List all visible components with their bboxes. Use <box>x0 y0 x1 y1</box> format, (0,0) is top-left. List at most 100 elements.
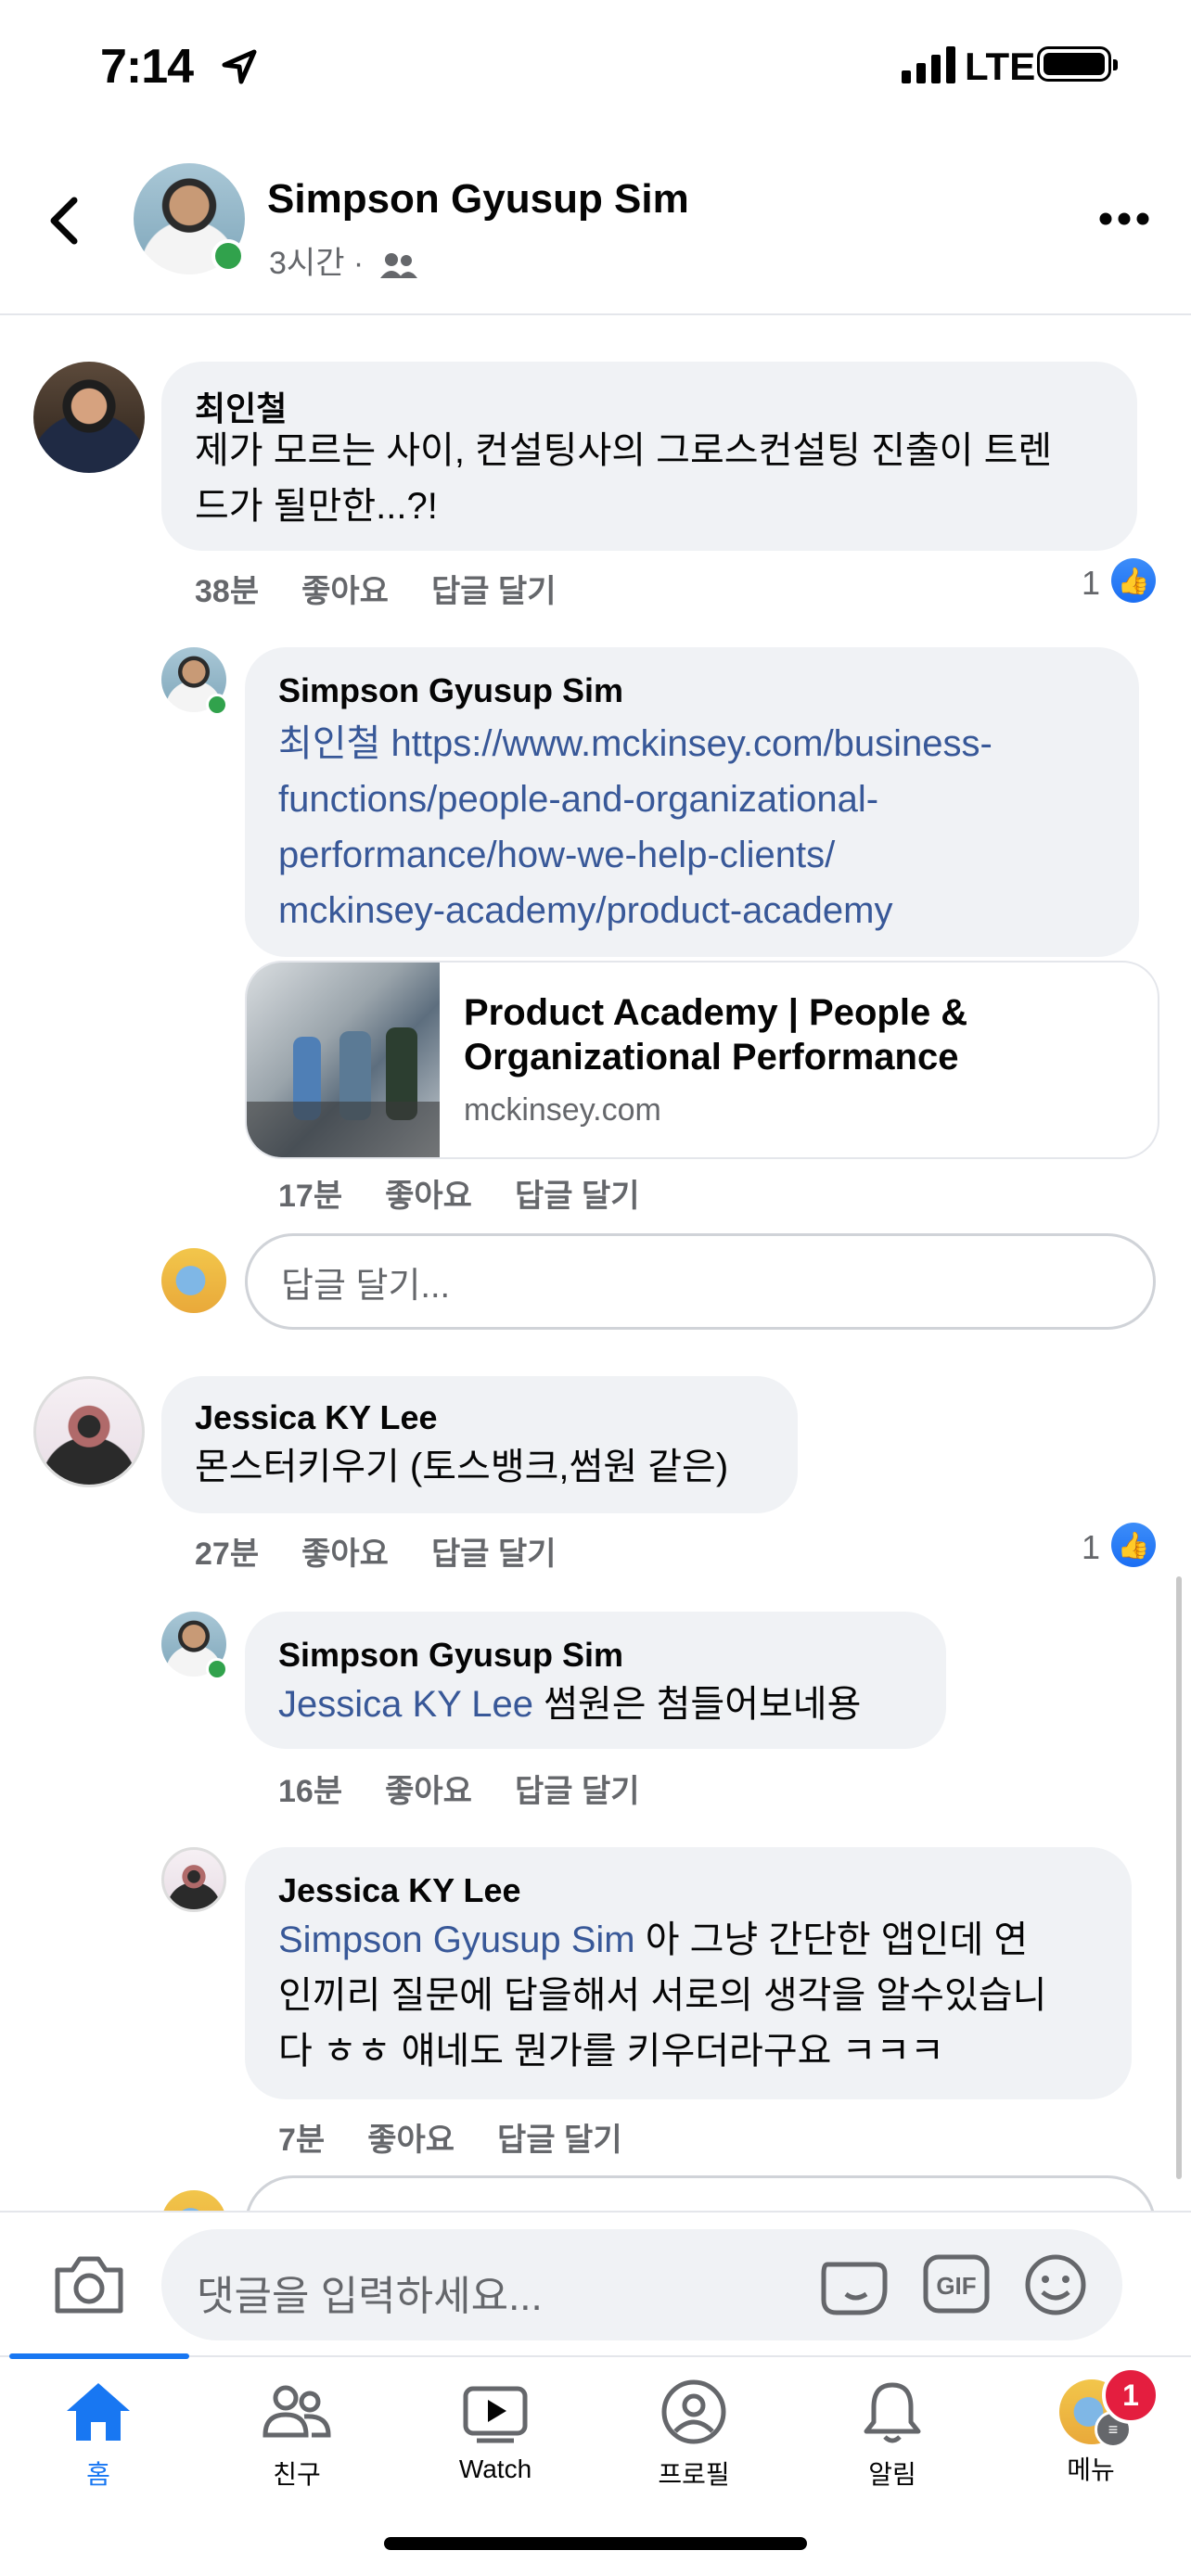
online-indicator <box>206 1658 228 1680</box>
reply-body: 인끼리 질문에 답을해서 서로의 생각을 알수있습니 <box>278 1975 1047 2016</box>
tab-label: 알림 <box>868 2460 916 2489</box>
url-link[interactable]: mckinsey-academy/product-academy <box>278 883 992 938</box>
reply-body: 아 그냥 간단한 앱인데 연 <box>634 1919 1029 1960</box>
network-label: LTE <box>965 45 1036 88</box>
mention-link[interactable]: 최인철 <box>278 723 380 764</box>
notification-badge: 1 <box>1102 2366 1159 2424</box>
tab-friends[interactable]: 친구 <box>204 2379 390 2492</box>
header-name[interactable]: Simpson Gyusup Sim <box>267 176 689 223</box>
reply-author[interactable]: Simpson Gyusup Sim <box>278 671 623 710</box>
reply-author[interactable]: Simpson Gyusup Sim <box>278 1636 623 1675</box>
thumbs-up-icon[interactable]: 👍 <box>1111 1523 1156 1567</box>
reply-body: 썸원은 첨들어보네용 <box>532 1684 862 1725</box>
reply-text: Jessica KY Lee 썸원은 첨들어보네용 <box>278 1677 861 1732</box>
tab-label: 친구 <box>273 2460 321 2489</box>
bell-icon <box>864 2382 921 2443</box>
tab-watch[interactable]: Watch <box>403 2379 588 2484</box>
tab-home[interactable]: 홈 <box>6 2379 191 2492</box>
profile-icon <box>661 2379 726 2444</box>
header-divider <box>0 313 1191 315</box>
comment-text-line: 드가 될만한...?! <box>195 486 438 527</box>
online-indicator <box>211 239 245 273</box>
reply-bubble: Jessica KY Lee Simpson Gyusup Sim 아 그냥 간… <box>245 1847 1132 2099</box>
battery-icon <box>1037 46 1118 82</box>
composer-divider <box>0 2211 1191 2213</box>
reaction-count[interactable]: 1 <box>1082 564 1100 603</box>
comment-text-line: 제가 모르는 사이, 컨설팅사의 그로스컨설팅 진출이 트렌 <box>195 430 1053 471</box>
signal-icon <box>902 46 955 83</box>
url-link[interactable]: https://www.mckinsey.com/business- <box>391 723 992 764</box>
url-link[interactable]: performance/how-we-help-clients/ <box>278 827 992 883</box>
reply-button[interactable]: 답글 달기 <box>431 1537 557 1572</box>
reply-button[interactable]: 답글 달기 <box>431 574 557 609</box>
reply-link-text[interactable]: 최인철 https://www.mckinsey.com/business- f… <box>278 716 992 938</box>
online-indicator <box>206 694 228 716</box>
friends-audience-icon <box>379 253 417 279</box>
comment-meta: 38분 좋아요 답글 달기 <box>195 566 599 611</box>
tab-label: 메뉴 <box>1067 2455 1115 2484</box>
link-preview-card[interactable]: Product Academy | People & Organizationa… <box>245 961 1159 1159</box>
reply-time: 17분 <box>278 1179 343 1214</box>
link-title-line: Product Academy | People & <box>464 992 968 1033</box>
reply-author[interactable]: Jessica KY Lee <box>278 1871 521 1910</box>
more-options-icon[interactable] <box>1098 211 1150 226</box>
comment-text: 제가 모르는 사이, 컨설팅사의 그로스컨설팅 진출이 트렌 드가 될만한...… <box>195 423 1052 534</box>
gif-label: GIF <box>936 2272 976 2300</box>
like-button[interactable]: 좋아요 <box>367 2123 455 2158</box>
status-time: 7:14 <box>100 40 194 94</box>
link-preview-image <box>247 963 440 1157</box>
back-arrow-icon[interactable] <box>46 195 83 247</box>
watch-icon <box>463 2386 528 2443</box>
camera-icon[interactable] <box>52 2251 126 2316</box>
link-preview-domain: mckinsey.com <box>464 1092 661 1128</box>
reply-time: 7분 <box>278 2123 326 2158</box>
mention-link[interactable]: Jessica KY Lee <box>278 1684 533 1725</box>
like-button[interactable]: 좋아요 <box>385 1179 472 1214</box>
comment-meta: 27분 좋아요 답글 달기 <box>195 1528 599 1574</box>
active-tab-indicator <box>9 2353 189 2359</box>
reply-bubble: Simpson Gyusup Sim Jessica KY Lee 썸원은 첨들… <box>245 1612 946 1749</box>
scrollbar[interactable] <box>1176 1576 1182 2179</box>
home-icon <box>67 2383 130 2441</box>
mention-link[interactable]: Simpson Gyusup Sim <box>278 1919 635 1960</box>
tab-label: 프로필 <box>658 2460 730 2489</box>
reply-button[interactable]: 답글 달기 <box>515 1179 640 1214</box>
post-time: 3시간 · <box>269 246 365 281</box>
commenter-avatar[interactable] <box>33 1376 145 1487</box>
tab-notifications[interactable]: 알림 <box>800 2379 985 2492</box>
comment-text: 몬스터키우기 (토스뱅크,썸원 같은) <box>195 1447 729 1487</box>
comment-time: 27분 <box>195 1537 260 1572</box>
my-avatar <box>161 1248 226 1313</box>
reply-body: 다 ㅎㅎ 얘네도 뭔가를 키우더라구요 ㅋㅋㅋ <box>278 2031 944 2072</box>
reply-button[interactable]: 답글 달기 <box>497 2123 622 2158</box>
link-title-line: Organizational Performance <box>464 1037 959 1078</box>
sticker-icon[interactable] <box>818 2251 890 2320</box>
header-subtitle: 3시간 · <box>269 237 419 283</box>
reply-meta: 17분 좋아요 답글 달기 <box>278 1170 683 1216</box>
reply-button[interactable]: 답글 달기 <box>515 1774 640 1809</box>
comment-author[interactable]: Jessica KY Lee <box>195 1398 438 1437</box>
home-indicator <box>384 2537 807 2550</box>
comment-input-placeholder: 댓글을 입력하세요... <box>197 2274 543 2319</box>
reply-avatar[interactable] <box>161 1847 226 1912</box>
tab-label: 홈 <box>86 2460 110 2489</box>
url-link[interactable]: functions/people-and-organizational- <box>278 772 992 827</box>
location-arrow-icon <box>222 49 257 84</box>
reply-time: 16분 <box>278 1774 343 1809</box>
reply-bubble: Simpson Gyusup Sim 최인철 https://www.mckin… <box>245 647 1139 957</box>
comment-bubble: Jessica KY Lee 몬스터키우기 (토스뱅크,썸원 같은) <box>161 1376 798 1513</box>
tab-profile[interactable]: 프로필 <box>601 2379 787 2492</box>
tab-label: Watch <box>458 2455 532 2483</box>
reaction-count[interactable]: 1 <box>1082 1528 1100 1567</box>
reply-input[interactable]: 답글 달기... <box>245 1233 1156 1330</box>
comment-time: 38분 <box>195 574 260 609</box>
reply-meta: 7분 좋아요 답글 달기 <box>278 2114 665 2160</box>
emoji-icon[interactable] <box>1022 2251 1089 2318</box>
commenter-avatar[interactable] <box>33 362 145 473</box>
like-button[interactable]: 좋아요 <box>301 1537 389 1572</box>
gif-icon[interactable]: GIF <box>922 2251 991 2316</box>
like-button[interactable]: 좋아요 <box>301 574 389 609</box>
like-button[interactable]: 좋아요 <box>385 1774 472 1809</box>
thumbs-up-icon[interactable]: 👍 <box>1111 558 1156 603</box>
link-preview-title: Product Academy | People & Organizationa… <box>464 990 967 1079</box>
